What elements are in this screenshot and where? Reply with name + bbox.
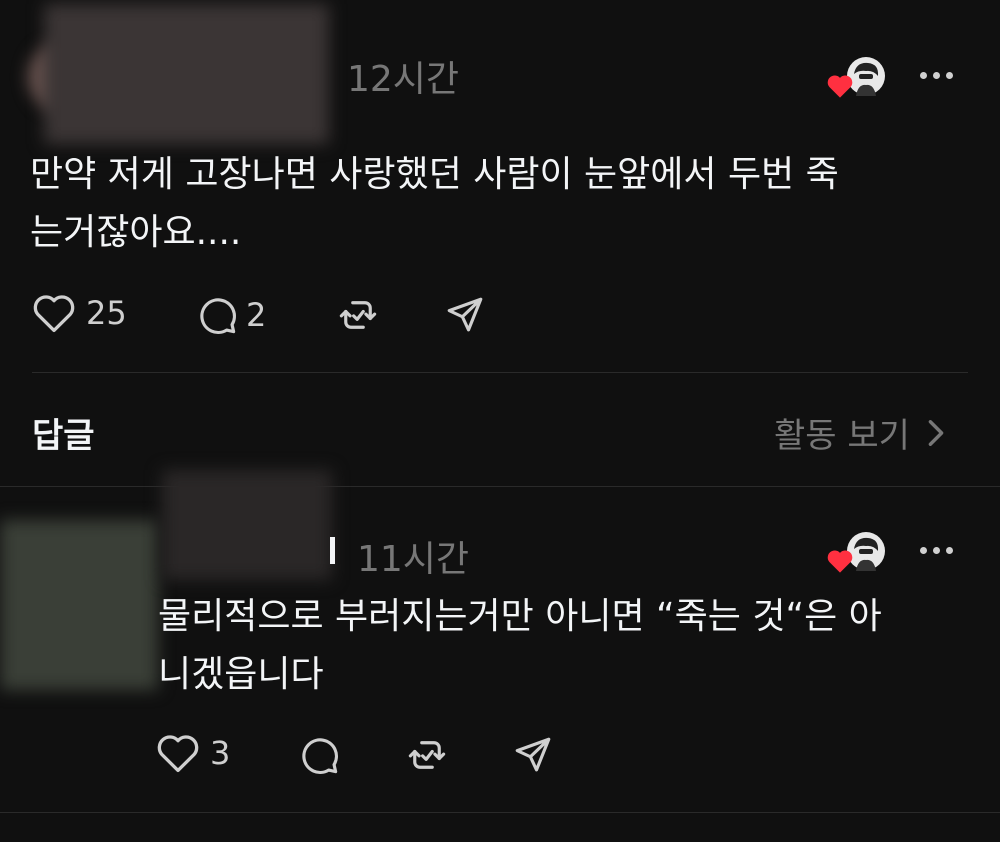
like-count: 25 [86,294,127,332]
divider-bottom [0,812,1000,813]
post-username-redacted[interactable] [44,4,329,144]
replies-title: 답글 [32,416,95,456]
share-icon [515,737,551,772]
heart-icon [33,295,75,333]
reply-comment-button[interactable] [298,734,340,776]
share-icon [447,297,483,332]
divider-middle [0,486,1000,487]
reply-username-redacted[interactable] [162,470,332,580]
post-more-icon[interactable] [920,72,953,79]
post-text: 만약 저게 고장나면 사랑했던 사람이 눈앞에서 두번 죽 는거잖아요.... [30,154,839,253]
reply-text: 물리적으로 부러지는거만 아니면 “죽는 것“은 아 니겠읍니다 [158,596,882,695]
chevron-right-icon [928,419,944,446]
comment-count: 2 [246,296,267,334]
share-button[interactable] [444,294,486,336]
reply-timestamp: 11시간 [357,539,470,580]
reply-repost-button[interactable] [406,734,448,776]
heart-icon [157,735,199,773]
repost-icon [339,301,377,329]
reply-more-icon[interactable] [920,547,953,554]
reply-avatar[interactable] [0,520,158,690]
reply-username-fragment [330,537,335,564]
repost-icon [408,741,446,769]
view-activity-link[interactable]: 활동 보기 [774,408,948,457]
like-button[interactable]: 25 [32,292,127,334]
reply-share-button[interactable] [512,734,554,776]
post-timestamp: 12시간 [347,59,460,100]
comment-button[interactable]: 2 [196,294,266,336]
reply-liked-heart-icon [827,550,853,573]
reply-like-button[interactable]: 3 [156,732,230,774]
comment-icon [302,738,338,774]
repost-button[interactable] [337,294,379,336]
divider-top [32,372,968,373]
reply-like-count: 3 [210,734,231,772]
comment-icon [200,298,236,334]
view-activity-label: 활동 보기 [774,416,910,456]
liked-heart-icon [827,75,853,98]
